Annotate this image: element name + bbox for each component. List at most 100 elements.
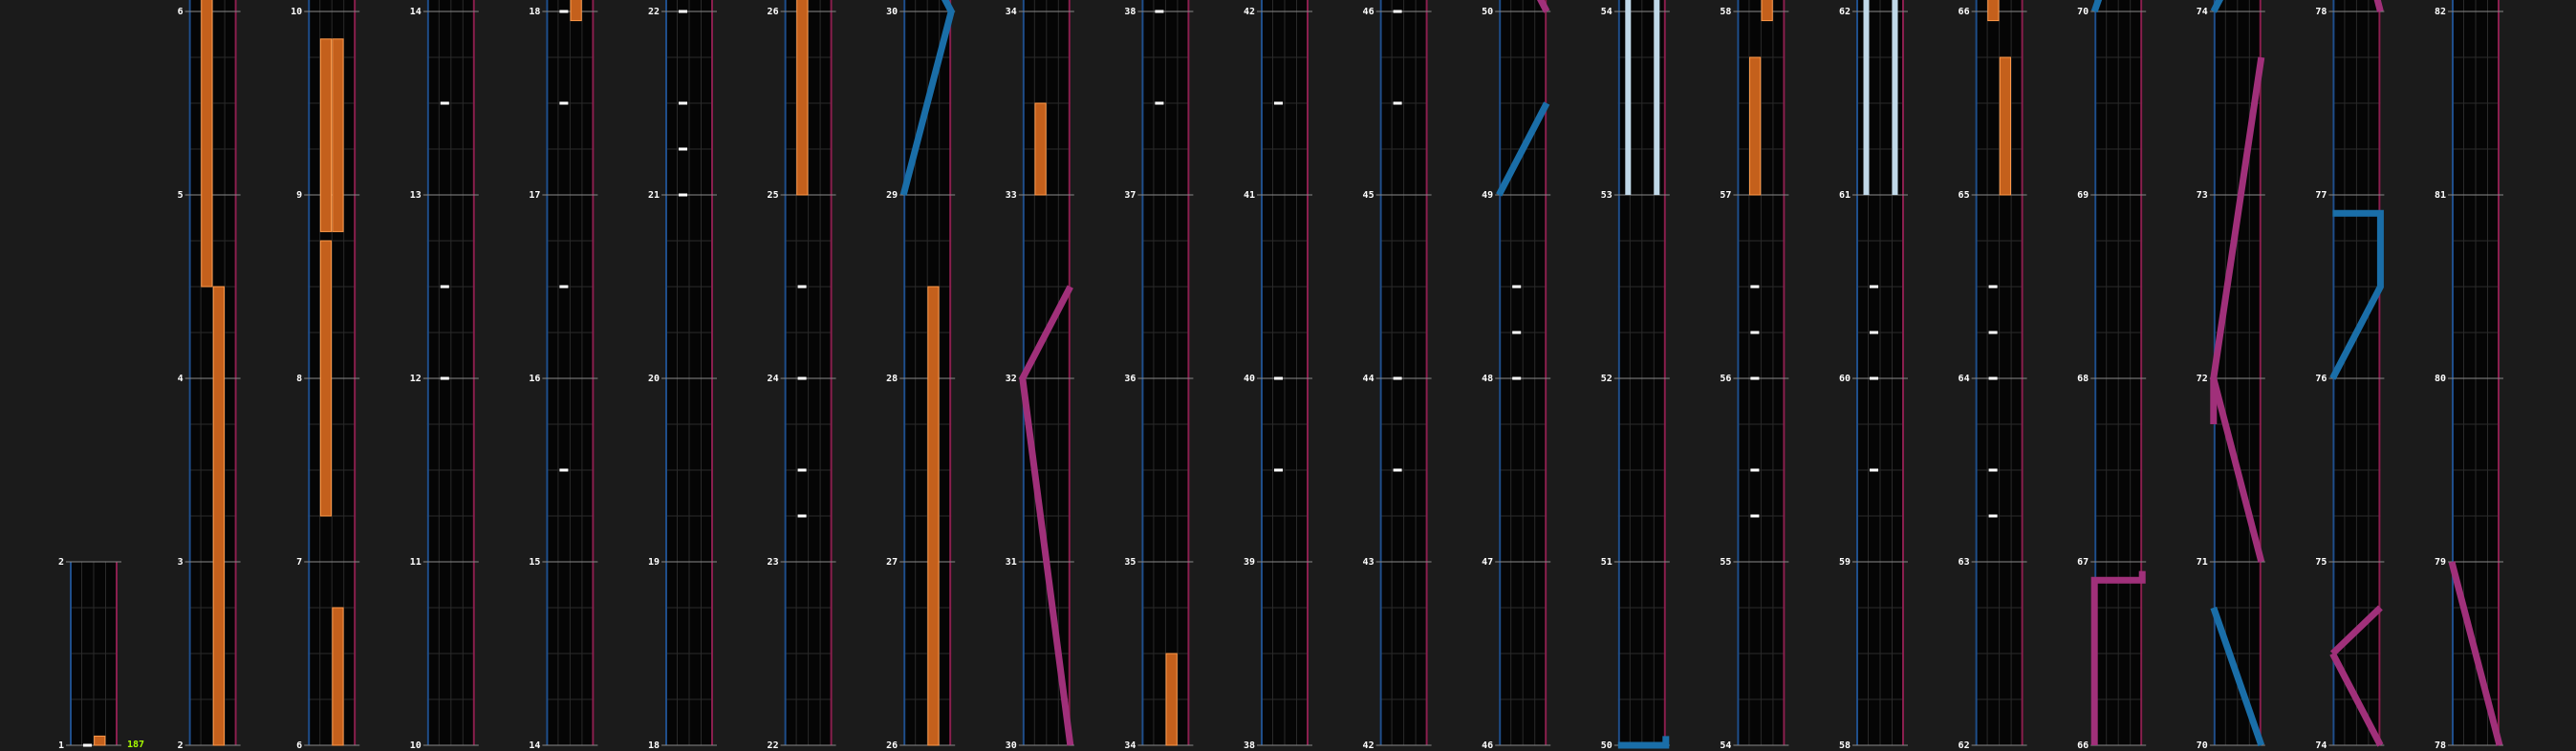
dual-hold-note (1625, 0, 1632, 195)
measure-number: 40 (1244, 374, 1255, 384)
measure-number: 28 (886, 374, 898, 384)
measure-number: 53 (1601, 190, 1613, 201)
hold-note (1999, 56, 2011, 196)
measure-number: 46 (1482, 740, 1493, 751)
measure-number: 57 (1720, 190, 1731, 201)
tap-note (1274, 468, 1283, 472)
measure-number: 3 (178, 557, 184, 568)
tap-note (797, 514, 807, 518)
measure-number: 21 (648, 190, 660, 201)
hold-note (1761, 0, 1773, 22)
tap-note (1512, 285, 1522, 289)
measure-number: 38 (1244, 740, 1255, 751)
lane-column: 10 11 12 13 14 (410, 0, 479, 751)
measure-number: 6 (178, 7, 184, 17)
measure-number: 11 (410, 557, 422, 568)
measure-number: 14 (410, 7, 422, 17)
measure-number: 18 (529, 7, 540, 17)
lane-column: 18 19 20 21 22 (648, 0, 717, 751)
tap-note (1393, 376, 1402, 380)
measure-number: 30 (886, 7, 898, 17)
measure-number: 43 (1363, 557, 1375, 568)
tap-note (1870, 376, 1878, 380)
tap-note (679, 147, 687, 151)
measure-number: 24 (768, 374, 779, 384)
measure-number: 50 (1601, 740, 1613, 751)
measure-number: 37 (1124, 190, 1136, 201)
measure-number: 19 (648, 557, 660, 568)
measure-number: 9 (296, 190, 302, 201)
measure-number: 78 (2435, 740, 2446, 751)
lane-column: 12 (58, 557, 121, 751)
tap-note (1988, 331, 1998, 334)
measure-number: 74 (2315, 740, 2327, 751)
hold-note (927, 286, 940, 746)
tap-note (1512, 376, 1522, 380)
measure-number: 56 (1720, 374, 1731, 384)
measure-number: 68 (2077, 374, 2089, 384)
tap-note (1155, 101, 1164, 105)
lane-column: 14 15 16 17 18 (529, 0, 598, 751)
measure-number: 2 (178, 740, 184, 751)
measure-number: 46 (1363, 7, 1375, 17)
lane-column: 66 67 68 69 70 (2077, 0, 2147, 751)
measure-number: 4 (178, 374, 184, 384)
tap-note (559, 468, 569, 472)
tap-note (679, 101, 687, 105)
measure-number: 16 (529, 374, 540, 384)
tap-note (1393, 101, 1402, 105)
measure-number: 12 (410, 374, 422, 384)
tap-note (1750, 331, 1760, 334)
tap-note (797, 468, 807, 472)
measure-number: 22 (648, 7, 660, 17)
lane-column: 62 63 64 65 66 (1959, 0, 2027, 751)
measure-number: 42 (1244, 7, 1255, 17)
measure-number: 6 (296, 740, 302, 751)
tap-note (1870, 285, 1878, 289)
lane-column: 26 27 28 29 30 (886, 0, 956, 751)
measure-number: 58 (1839, 740, 1851, 751)
measure-number: 78 (2315, 7, 2327, 17)
tap-note (1274, 376, 1283, 380)
measure-number: 26 (886, 740, 898, 751)
hold-note (212, 286, 225, 746)
measure-number: 64 (1959, 374, 1970, 384)
measure-number: 10 (291, 7, 302, 17)
hold-note (94, 735, 106, 746)
measure-number: 62 (1839, 7, 1851, 17)
hold-note (201, 0, 213, 288)
tap-note (797, 285, 807, 289)
hold-note (570, 0, 582, 22)
measure-number: 8 (296, 374, 302, 384)
tap-note (83, 743, 92, 747)
lane-column: 42 43 44 45 46 (1363, 0, 1432, 751)
tap-note (559, 285, 569, 289)
measure-number: 22 (768, 740, 779, 751)
measure-number: 66 (2077, 740, 2089, 751)
measure-number: 42 (1363, 740, 1375, 751)
measure-number: 14 (529, 740, 540, 751)
measure-number: 71 (2197, 557, 2208, 568)
hold-note (332, 38, 344, 232)
measure-number: 76 (2315, 374, 2327, 384)
measure-number: 51 (1601, 557, 1613, 568)
measure-number: 55 (1720, 557, 1731, 568)
measure-number: 25 (768, 190, 779, 201)
measure-number: 59 (1839, 557, 1851, 568)
hold-note (1034, 102, 1047, 196)
measure-number: 49 (1482, 190, 1493, 201)
measure-number: 63 (1959, 557, 1970, 568)
measure-number: 48 (1482, 374, 1493, 384)
measure-number: 27 (886, 557, 898, 568)
tap-note (679, 193, 687, 197)
tap-note (1988, 285, 1998, 289)
measure-number: 79 (2435, 557, 2446, 568)
measure-number: 77 (2315, 190, 2327, 201)
measure-number: 44 (1363, 374, 1375, 384)
tap-note (1988, 514, 1998, 518)
measure-number: 30 (1006, 740, 1017, 751)
hold-note (319, 240, 333, 517)
measure-number: 18 (648, 740, 660, 751)
tap-note (1870, 331, 1878, 334)
measure-number: 29 (886, 190, 898, 201)
